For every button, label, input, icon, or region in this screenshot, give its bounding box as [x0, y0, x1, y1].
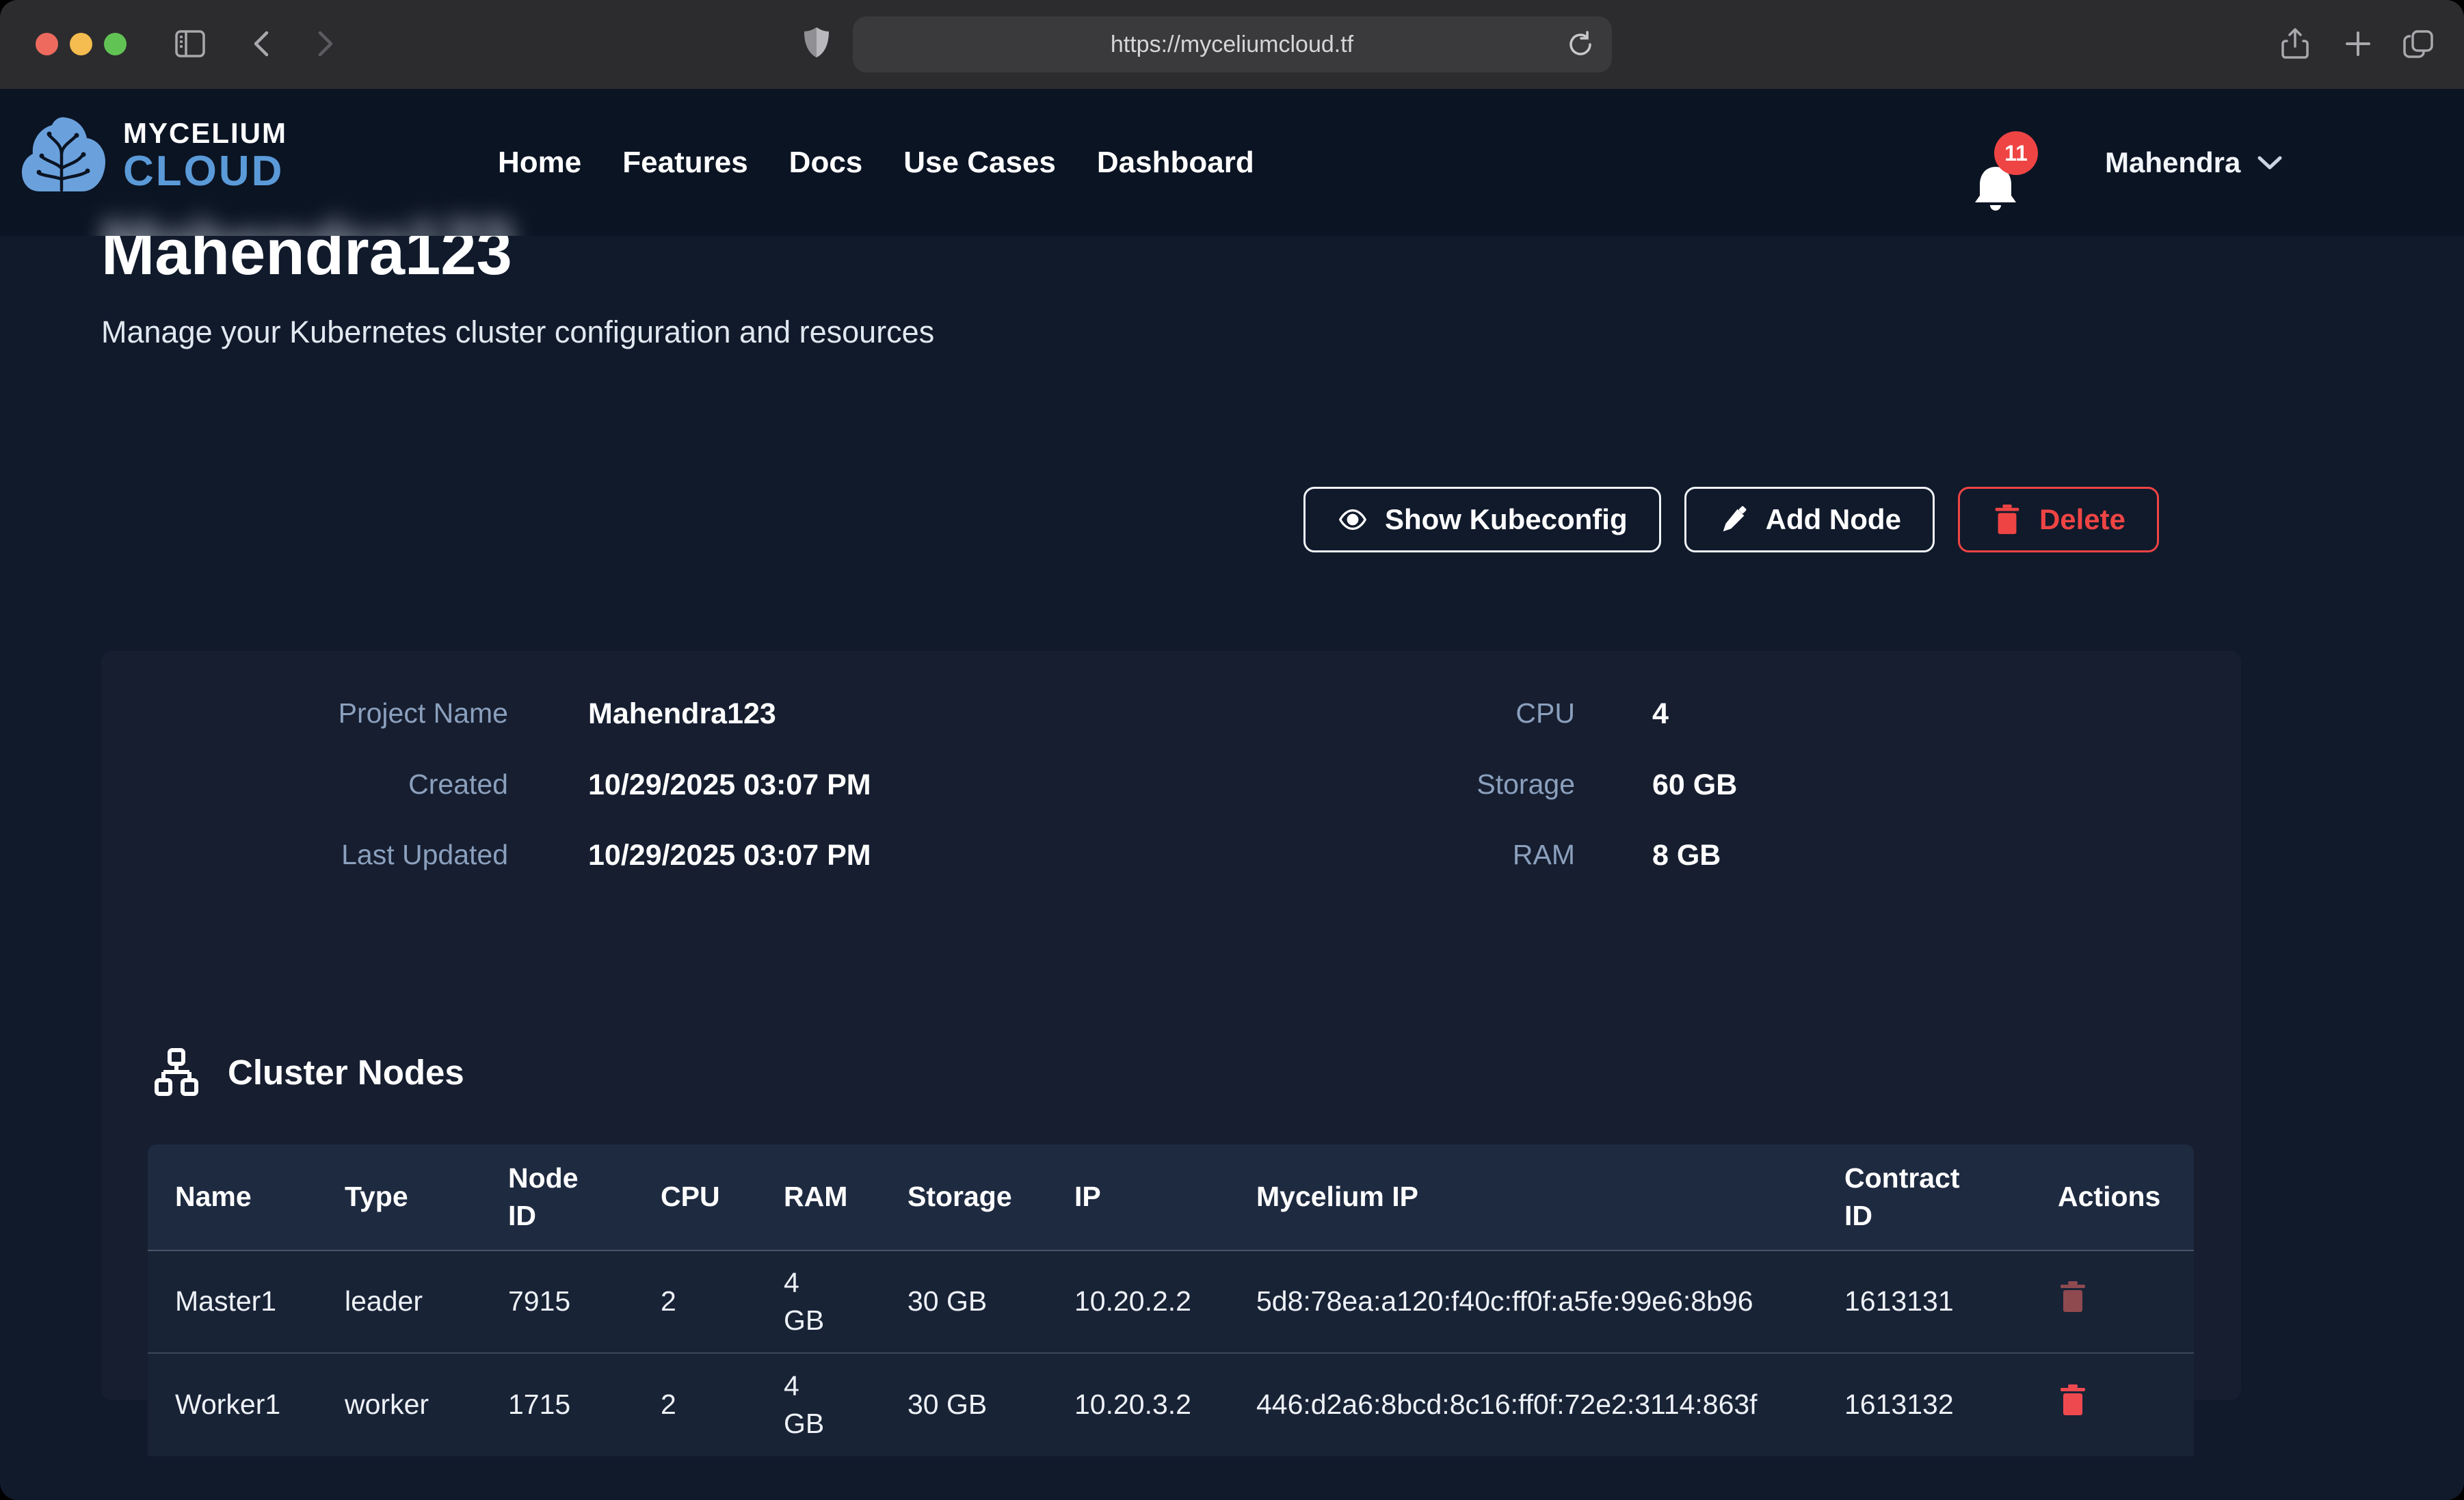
- cpu-value: 4: [1652, 697, 1669, 731]
- cluster-nodes-heading: Cluster Nodes: [154, 1047, 464, 1097]
- url-text: https://myceliumcloud.tf: [1111, 31, 1353, 58]
- user-menu[interactable]: Mahendra: [2105, 89, 2283, 236]
- browser-chrome: https://myceliumcloud.tf: [0, 0, 2464, 89]
- cell-contract-id: 1613131: [1844, 1283, 2058, 1320]
- col-header-cpu: CPU: [661, 1178, 784, 1216]
- cpu-label: CPU: [1168, 697, 1575, 729]
- brand-logo[interactable]: MYCELIUM CLOUD: [19, 115, 287, 197]
- nav-menu: Home Features Docs Use Cases Dashboard: [498, 89, 1254, 236]
- nav-item-dashboard[interactable]: Dashboard: [1097, 146, 1254, 180]
- user-name: Mahendra: [2105, 146, 2240, 179]
- cluster-action-buttons: Show Kubeconfig Add Node Delete: [1303, 487, 2159, 552]
- trash-icon: [1991, 504, 2023, 535]
- sitemap-icon: [154, 1047, 199, 1097]
- cell-cpu: 2: [661, 1283, 784, 1320]
- sidebar-toggle-icon[interactable]: [172, 26, 208, 62]
- page-content: Mahendra123 Manage your Kubernetes clust…: [0, 89, 2464, 1500]
- nav-item-home[interactable]: Home: [498, 146, 581, 180]
- col-header-ram: RAM: [784, 1178, 908, 1216]
- delete-node-button[interactable]: [2058, 1281, 2088, 1316]
- new-tab-icon[interactable]: [2340, 26, 2376, 62]
- pencil-icon: [1718, 504, 1749, 535]
- delete-cluster-button[interactable]: Delete: [1958, 487, 2159, 552]
- nav-item-use-cases[interactable]: Use Cases: [903, 146, 1056, 180]
- delete-node-button[interactable]: [2058, 1384, 2088, 1419]
- brand-line2: CLOUD: [123, 150, 287, 193]
- trash-icon: [2059, 1384, 2087, 1417]
- notifications-button[interactable]: 11: [1971, 155, 2026, 216]
- cluster-nodes-table: Name Type Node ID CPU RAM Storage IP Myc…: [148, 1144, 2194, 1456]
- cell-ram: 4 GB: [784, 1367, 908, 1443]
- browser-window: https://myceliumcloud.tf: [0, 0, 2464, 1500]
- col-header-contract-id: Contract ID: [1844, 1160, 2058, 1235]
- project-name-value: Mahendra123: [588, 697, 776, 731]
- table-row-worker1: Worker1 worker 1715 2 4 GB 30 GB 10.20.3…: [148, 1354, 2194, 1456]
- storage-value: 60 GB: [1652, 768, 1737, 802]
- cell-name: Worker1: [175, 1386, 345, 1423]
- nav-item-docs[interactable]: Docs: [789, 146, 863, 180]
- cluster-nodes-title: Cluster Nodes: [228, 1052, 464, 1093]
- storage-label: Storage: [1168, 768, 1575, 801]
- table-header-row: Name Type Node ID CPU RAM Storage IP Myc…: [148, 1144, 2194, 1251]
- last-updated-value: 10/29/2025 03:07 PM: [588, 839, 871, 872]
- delete-label: Delete: [2039, 503, 2125, 536]
- project-name-label: Project Name: [101, 697, 508, 729]
- show-kubeconfig-label: Show Kubeconfig: [1385, 503, 1628, 536]
- last-updated-label: Last Updated: [101, 839, 508, 871]
- eye-icon: [1337, 504, 1368, 535]
- created-label: Created: [101, 768, 508, 801]
- close-window-button[interactable]: [36, 33, 58, 55]
- page-subtitle: Manage your Kubernetes cluster configura…: [101, 314, 934, 350]
- notification-badge: 11: [1994, 131, 2038, 175]
- created-value: 10/29/2025 03:07 PM: [588, 768, 871, 802]
- add-node-button[interactable]: Add Node: [1684, 487, 1935, 552]
- brand-text: MYCELIUM CLOUD: [123, 119, 287, 193]
- tab-overview-icon[interactable]: [2400, 26, 2436, 62]
- nav-item-features[interactable]: Features: [622, 146, 747, 180]
- minimize-window-button[interactable]: [70, 33, 92, 55]
- col-header-ip: IP: [1074, 1178, 1256, 1216]
- cell-cpu: 2: [661, 1386, 784, 1423]
- col-header-type: Type: [345, 1178, 508, 1216]
- share-icon[interactable]: [2277, 26, 2313, 62]
- cell-type: worker: [345, 1386, 508, 1423]
- cell-contract-id: 1613132: [1844, 1386, 2058, 1423]
- chevron-down-icon: [2257, 155, 2283, 171]
- cell-ip: 10.20.3.2: [1074, 1386, 1256, 1423]
- cluster-info-panel: Project Name Mahendra123 Created 10/29/2…: [101, 651, 2241, 1400]
- table-row-master1: Master1 leader 7915 2 4 GB 30 GB 10.20.2…: [148, 1251, 2194, 1354]
- privacy-shield-icon[interactable]: [799, 25, 834, 60]
- cell-mycelium-ip: 5d8:78ea:a120:f40c:ff0f:a5fe:99e6:8b96: [1256, 1283, 1844, 1320]
- show-kubeconfig-button[interactable]: Show Kubeconfig: [1303, 487, 1661, 552]
- traffic-lights: [36, 33, 127, 55]
- forward-icon[interactable]: [306, 26, 342, 62]
- cell-node-id: 7915: [508, 1283, 661, 1320]
- cell-type: leader: [345, 1283, 508, 1320]
- back-icon[interactable]: [245, 26, 280, 62]
- blurred-title-ghost: Mahendra123: [103, 207, 514, 236]
- cell-node-id: 1715: [508, 1386, 661, 1423]
- cell-ram: 4 GB: [784, 1264, 908, 1340]
- address-bar[interactable]: https://myceliumcloud.tf: [853, 16, 1612, 72]
- add-node-label: Add Node: [1766, 503, 1901, 536]
- cell-ip: 10.20.2.2: [1074, 1283, 1256, 1320]
- col-header-node-id: Node ID: [508, 1160, 661, 1235]
- app-navbar: Mahendra123 MYCELIUM CLOUD Home Features…: [0, 89, 2464, 236]
- ram-label: RAM: [1168, 839, 1575, 871]
- cell-mycelium-ip: 446:d2a6:8bcd:8c16:ff0f:72e2:3114:863f: [1256, 1386, 1844, 1423]
- ram-value: 8 GB: [1652, 839, 1721, 872]
- mycelium-cloud-logo-icon: [19, 115, 108, 197]
- reload-icon[interactable]: [1564, 28, 1597, 61]
- cell-storage: 30 GB: [908, 1386, 1074, 1423]
- brand-line1: MYCELIUM: [123, 119, 287, 148]
- col-header-storage: Storage: [908, 1178, 1074, 1216]
- trash-icon: [2059, 1281, 2087, 1313]
- col-header-actions: Actions: [2058, 1178, 2166, 1216]
- zoom-window-button[interactable]: [104, 33, 127, 55]
- col-header-mycelium-ip: Mycelium IP: [1256, 1178, 1844, 1216]
- cell-storage: 30 GB: [908, 1283, 1074, 1320]
- cell-name: Master1: [175, 1283, 345, 1320]
- col-header-name: Name: [175, 1178, 345, 1216]
